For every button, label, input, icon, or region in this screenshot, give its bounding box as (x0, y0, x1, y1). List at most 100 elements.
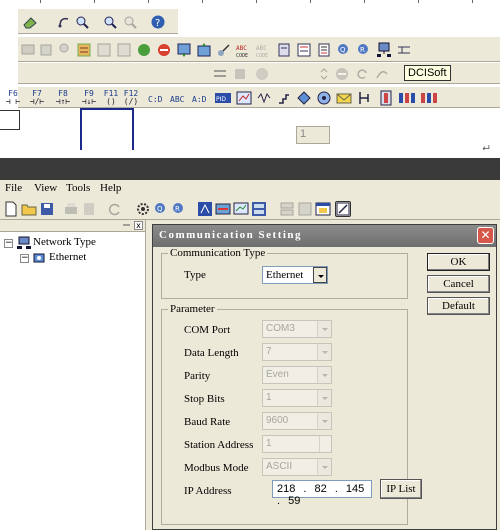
monitor-off-icon[interactable] (232, 66, 248, 82)
chevron-down-icon[interactable] (317, 413, 331, 429)
search-device-icon[interactable]: Q (336, 42, 352, 58)
cascade-icon[interactable] (297, 201, 313, 217)
stop-bits-select[interactable]: 1 (262, 389, 332, 407)
chart-icon[interactable] (236, 90, 252, 106)
window-active-icon[interactable] (335, 201, 351, 217)
print-icon[interactable] (63, 201, 79, 217)
compare-icon[interactable] (296, 42, 312, 58)
refresh-icon[interactable] (354, 66, 370, 82)
eraser-icon[interactable] (22, 14, 38, 30)
extension-icon[interactable] (398, 90, 415, 106)
chevron-down-icon[interactable] (317, 367, 331, 383)
spinner-arrows-icon[interactable] (319, 436, 331, 452)
com-port-select[interactable]: COM3 (262, 320, 332, 338)
dialog-titlebar[interactable]: Communication Setting ✕ (153, 225, 496, 247)
ip-address-input[interactable]: 218 . 82 . 145 . 59 (272, 480, 372, 507)
spin-arrows-icon[interactable] (316, 66, 332, 82)
chevron-down-icon[interactable] (317, 459, 331, 475)
zoom-out-icon[interactable] (122, 14, 138, 30)
print-preview-icon[interactable] (81, 201, 97, 217)
menu-help[interactable]: Help (100, 182, 121, 194)
parity-select[interactable]: Even (262, 366, 332, 384)
step-ladder-icon[interactable] (276, 90, 292, 106)
monitor-on-icon[interactable] (212, 66, 228, 82)
tile-icon[interactable] (279, 201, 295, 217)
monitor-chart-icon[interactable] (233, 201, 249, 217)
list-icon[interactable] (316, 42, 332, 58)
pin-icon[interactable] (56, 42, 72, 58)
help-icon[interactable]: ? (150, 14, 166, 30)
motion-icon[interactable] (316, 90, 332, 106)
collapse-icon[interactable]: − (4, 239, 13, 248)
type-select[interactable]: Ethernet (262, 266, 328, 284)
grid-icon[interactable] (116, 42, 132, 58)
search-all-icon[interactable]: R (171, 201, 187, 217)
device-table-icon[interactable] (251, 201, 267, 217)
position-icon[interactable] (296, 90, 312, 106)
monitor-icon[interactable] (20, 42, 36, 58)
device-list-icon[interactable] (76, 42, 92, 58)
chevron-down-icon[interactable] (317, 390, 331, 406)
mail-icon[interactable] (336, 90, 352, 106)
chevron-down-icon[interactable] (317, 344, 331, 360)
window-icon[interactable] (315, 201, 331, 217)
f12-coil-key[interactable]: F12 (/) (122, 90, 140, 106)
menu-tools[interactable]: Tools (66, 182, 90, 194)
write-icon[interactable] (38, 42, 54, 58)
io-icon[interactable] (356, 90, 372, 106)
default-button[interactable]: Default (427, 297, 490, 315)
cancel-button[interactable]: Cancel (427, 275, 490, 293)
table-icon[interactable] (96, 42, 112, 58)
waveform-icon[interactable] (256, 90, 272, 106)
ladder-icon[interactable] (396, 42, 412, 58)
download-icon[interactable] (176, 42, 192, 58)
code-gray-icon[interactable]: ABC CODE (256, 42, 272, 58)
collapse-icon[interactable]: − (20, 254, 29, 263)
tree-panel-pin-icon[interactable] (122, 221, 131, 230)
scan-icon[interactable] (254, 66, 270, 82)
f9-contact-key[interactable]: F9 ⊣↓⊢ (80, 90, 98, 106)
run-icon[interactable] (136, 42, 152, 58)
save-icon[interactable] (39, 201, 55, 217)
close-button[interactable]: ✕ (477, 227, 494, 244)
menu-file[interactable]: File (5, 182, 22, 194)
f8-contact-key[interactable]: F8 ⊣↑⊢ (54, 90, 72, 106)
f6-contact-key[interactable]: F6 ⊣ ⊢ (4, 90, 22, 106)
module-icon[interactable] (378, 90, 394, 106)
ok-button[interactable]: OK (427, 253, 490, 271)
transfer-icon[interactable] (215, 201, 231, 217)
stop-icon[interactable] (156, 42, 172, 58)
connect-icon[interactable] (197, 201, 213, 217)
settings-icon[interactable] (135, 201, 151, 217)
undo-icon[interactable] (56, 14, 72, 30)
hardware-icon[interactable] (420, 90, 437, 106)
search-device-2-icon[interactable]: R (356, 42, 372, 58)
tree-panel-close-button[interactable]: x (134, 221, 143, 230)
data-length-select[interactable]: 7 (262, 343, 332, 361)
baud-rate-select[interactable]: 9600 (262, 412, 332, 430)
open-folder-icon[interactable] (21, 201, 37, 217)
f11-coil-key[interactable]: F11() (102, 90, 120, 106)
step-icon[interactable] (374, 66, 390, 82)
ip-list-button[interactable]: IP List (380, 479, 422, 499)
chevron-down-icon[interactable] (317, 321, 331, 337)
station-address-spinner[interactable]: 1 (262, 435, 332, 453)
chevron-down-icon[interactable] (313, 267, 327, 283)
menu-view[interactable]: View (34, 182, 57, 194)
satellite-icon[interactable] (216, 42, 232, 58)
zoom-in-icon[interactable] (102, 14, 118, 30)
ab-icon[interactable]: A:D (192, 90, 208, 106)
ladder-cursor-box[interactable] (80, 108, 134, 150)
network-icon[interactable] (376, 42, 392, 58)
step-number-box[interactable]: 1 (296, 126, 330, 144)
modbus-mode-select[interactable]: ASCII (262, 458, 332, 476)
memory-icon[interactable] (276, 42, 292, 58)
comment-icon[interactable]: C:D (148, 90, 164, 106)
new-file-icon[interactable] (3, 201, 19, 217)
refresh-icon[interactable] (107, 201, 123, 217)
upload-icon[interactable] (196, 42, 212, 58)
pause-icon[interactable] (334, 66, 350, 82)
search-icon[interactable]: Q (153, 201, 169, 217)
pid-icon[interactable]: PID (214, 90, 231, 106)
f7-contact-key[interactable]: F7 ⊣/⊢ (28, 90, 46, 106)
